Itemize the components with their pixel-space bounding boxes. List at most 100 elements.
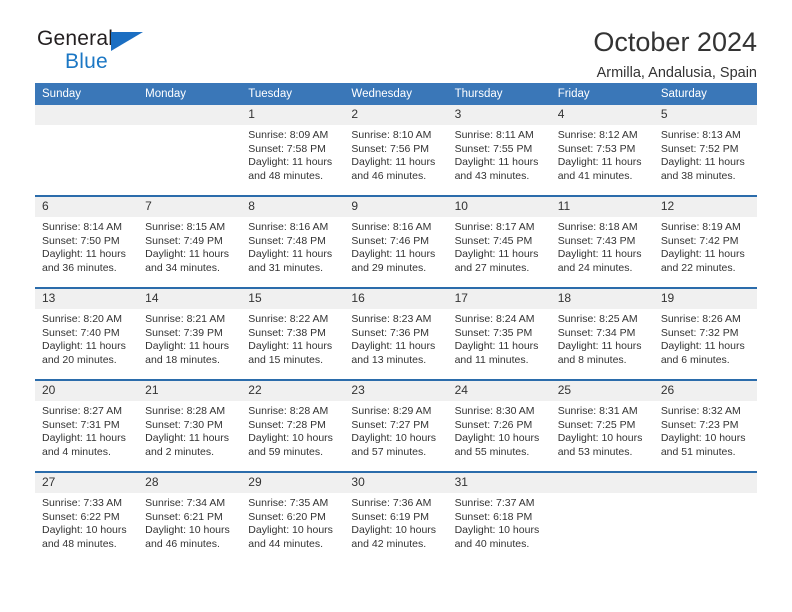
sunrise-text: Sunrise: 8:21 AM	[145, 313, 226, 325]
daylight-text-line2: and 55 minutes.	[454, 445, 530, 458]
calendar-day-cell[interactable]: 24 Sunrise: 8:30 AM Sunset: 7:26 PM Dayligh…	[447, 379, 551, 472]
day-info: Sunrise: 8:13 AM Sunset: 7:52 PM Daylight:…	[654, 125, 757, 183]
calendar-day-cell[interactable]: 1 Sunrise: 8:09 AM Sunset: 7:58 PM Daylight…	[241, 105, 345, 196]
daylight-text-line2: and 51 minutes.	[660, 445, 736, 458]
calendar-day-cell[interactable]: 31 Sunrise: 7:37 AM Sunset: 6:18 PM Dayligh…	[447, 471, 551, 563]
calendar-week-row: 6 Sunrise: 8:14 AM Sunset: 7:50 PM Daylight…	[35, 195, 757, 288]
calendar-day-cell[interactable]: 22 Sunrise: 8:28 AM Sunset: 7:28 PM Dayligh…	[241, 379, 345, 472]
day-number: 20	[35, 381, 139, 401]
day-info: Sunrise: 7:33 AM Sunset: 6:22 PM Daylight:…	[35, 493, 138, 551]
calendar-day-cell[interactable]: 3 Sunrise: 8:11 AM Sunset: 7:55 PM Daylight…	[447, 105, 551, 196]
day-number: 17	[447, 289, 551, 309]
calendar-day-cell[interactable]: 15 Sunrise: 8:22 AM Sunset: 7:38 PM Dayligh…	[241, 287, 345, 380]
calendar-day-cell[interactable]: 30 Sunrise: 7:36 AM Sunset: 6:19 PM Dayligh…	[344, 471, 448, 563]
calendar-body: 1 Sunrise: 8:09 AM Sunset: 7:58 PM Daylight…	[35, 105, 757, 563]
sunrise-text: Sunrise: 8:19 AM	[660, 221, 741, 233]
calendar-day-cell[interactable]: 28 Sunrise: 7:34 AM Sunset: 6:21 PM Dayligh…	[138, 471, 242, 563]
sunset-text: Sunset: 7:36 PM	[351, 326, 430, 339]
calendar-day-cell[interactable]: 16 Sunrise: 8:23 AM Sunset: 7:36 PM Dayligh…	[344, 287, 448, 380]
calendar-day-cell[interactable]: 9 Sunrise: 8:16 AM Sunset: 7:46 PM Daylight…	[344, 195, 448, 288]
day-info: Sunrise: 7:35 AM Sunset: 6:20 PM Daylight:…	[241, 493, 344, 551]
calendar-day-cell[interactable]: 13 Sunrise: 8:20 AM Sunset: 7:40 PM Dayligh…	[35, 287, 139, 380]
day-number: 11	[550, 197, 654, 217]
calendar-day-cell[interactable]: 23 Sunrise: 8:29 AM Sunset: 7:27 PM Dayligh…	[344, 379, 448, 472]
calendar-day-cell[interactable]: 11 Sunrise: 8:18 AM Sunset: 7:43 PM Dayligh…	[550, 195, 654, 288]
weekday-header-thursday: Thursday	[447, 83, 551, 105]
calendar-day-cell[interactable]: 4 Sunrise: 8:12 AM Sunset: 7:53 PM Daylight…	[550, 105, 654, 196]
daylight-text-line1: Daylight: 10 hours	[454, 524, 540, 536]
calendar-day-cell[interactable]: 2 Sunrise: 8:10 AM Sunset: 7:56 PM Daylight…	[344, 105, 448, 196]
daylight-text-line2: and 59 minutes.	[248, 445, 323, 458]
daylight-text-line2: and 44 minutes.	[248, 537, 323, 550]
weekday-header-tuesday: Tuesday	[241, 83, 345, 105]
day-info: Sunrise: 8:16 AM Sunset: 7:46 PM Daylight:…	[344, 217, 447, 275]
daylight-text-line1: Daylight: 11 hours	[248, 156, 333, 168]
day-number: 7	[138, 197, 242, 217]
day-number: 23	[344, 381, 448, 401]
sunrise-text: Sunrise: 8:16 AM	[248, 221, 329, 233]
daylight-text-line1: Daylight: 11 hours	[248, 248, 333, 260]
daylight-text-line1: Daylight: 10 hours	[42, 524, 127, 536]
daylight-text-line1: Daylight: 11 hours	[145, 432, 229, 444]
daylight-text-line2: and 41 minutes.	[557, 169, 633, 182]
calendar-day-cell[interactable]: 21 Sunrise: 8:28 AM Sunset: 7:30 PM Dayligh…	[138, 379, 242, 472]
calendar-day-cell[interactable]: 12 Sunrise: 8:19 AM Sunset: 7:42 PM Dayligh…	[653, 195, 757, 288]
calendar-day-cell[interactable]: 5 Sunrise: 8:13 AM Sunset: 7:52 PM Daylight…	[653, 105, 757, 196]
day-info: Sunrise: 8:16 AM Sunset: 7:48 PM Daylight:…	[241, 217, 344, 275]
calendar-day-cell[interactable]: 8 Sunrise: 8:16 AM Sunset: 7:48 PM Daylight…	[241, 195, 345, 288]
day-number: 10	[447, 197, 551, 217]
daylight-text-line1: Daylight: 10 hours	[557, 432, 643, 444]
sunset-text: Sunset: 6:21 PM	[145, 510, 223, 523]
page-header: General Blue October 2024 Armilla, Andal…	[35, 0, 757, 82]
sunset-text: Sunset: 7:26 PM	[454, 418, 533, 431]
calendar-page: General Blue October 2024 Armilla, Andal…	[0, 0, 792, 612]
day-number: 15	[241, 289, 345, 309]
daylight-text-line2: and 36 minutes.	[42, 261, 117, 274]
sunrise-text: Sunrise: 7:36 AM	[351, 497, 432, 509]
daylight-text-line2: and 29 minutes.	[351, 261, 427, 274]
day-info: Sunrise: 8:17 AM Sunset: 7:45 PM Daylight:…	[448, 217, 551, 275]
sunrise-text: Sunrise: 8:11 AM	[454, 129, 534, 141]
day-number: 22	[241, 381, 345, 401]
daylight-text-line2: and 27 minutes.	[454, 261, 530, 274]
daylight-text-line1: Daylight: 11 hours	[42, 248, 126, 260]
daylight-text-line2: and 22 minutes.	[660, 261, 736, 274]
daylight-text-line1: Daylight: 10 hours	[351, 432, 437, 444]
calendar-day-cell[interactable]: 25 Sunrise: 8:31 AM Sunset: 7:25 PM Dayligh…	[550, 379, 654, 472]
sunset-text: Sunset: 7:48 PM	[248, 234, 326, 247]
sunset-text: Sunset: 6:20 PM	[248, 510, 326, 523]
calendar-day-cell[interactable]: 7 Sunrise: 8:15 AM Sunset: 7:49 PM Daylight…	[138, 195, 242, 288]
day-info: Sunrise: 8:31 AM Sunset: 7:25 PM Daylight:…	[551, 401, 654, 459]
sunrise-text: Sunrise: 8:18 AM	[557, 221, 638, 233]
sunrise-text: Sunrise: 8:25 AM	[557, 313, 638, 325]
weekday-header-row: Sunday Monday Tuesday Wednesday Thursday…	[35, 83, 757, 105]
daylight-text-line1: Daylight: 11 hours	[351, 156, 436, 168]
day-number: 8	[241, 197, 345, 217]
sunset-text: Sunset: 7:58 PM	[248, 142, 326, 155]
calendar-week-row: 1 Sunrise: 8:09 AM Sunset: 7:58 PM Daylight…	[35, 105, 757, 196]
daylight-text-line1: Daylight: 11 hours	[42, 340, 126, 352]
calendar-day-cell-empty	[550, 471, 654, 563]
calendar-day-cell[interactable]: 10 Sunrise: 8:17 AM Sunset: 7:45 PM Dayligh…	[447, 195, 551, 288]
daylight-text-line2: and 24 minutes.	[557, 261, 633, 274]
page-title: October 2024	[593, 27, 757, 57]
calendar-day-cell[interactable]: 26 Sunrise: 8:32 AM Sunset: 7:23 PM Dayligh…	[653, 379, 757, 472]
calendar-day-cell[interactable]: 20 Sunrise: 8:27 AM Sunset: 7:31 PM Dayligh…	[35, 379, 139, 472]
day-info: Sunrise: 8:22 AM Sunset: 7:38 PM Daylight:…	[241, 309, 344, 367]
sunrise-text: Sunrise: 8:26 AM	[660, 313, 741, 325]
calendar-day-cell[interactable]: 29 Sunrise: 7:35 AM Sunset: 6:20 PM Dayligh…	[241, 471, 345, 563]
calendar-day-cell[interactable]: 19 Sunrise: 8:26 AM Sunset: 7:32 PM Dayligh…	[653, 287, 757, 380]
calendar-day-cell[interactable]: 18 Sunrise: 8:25 AM Sunset: 7:34 PM Dayligh…	[550, 287, 654, 380]
calendar-day-cell[interactable]: 14 Sunrise: 8:21 AM Sunset: 7:39 PM Dayligh…	[138, 287, 242, 380]
brand-logo[interactable]: General Blue	[35, 28, 217, 84]
day-number: 21	[138, 381, 242, 401]
calendar-day-cell[interactable]: 6 Sunrise: 8:14 AM Sunset: 7:50 PM Daylight…	[35, 195, 139, 288]
day-info: Sunrise: 8:09 AM Sunset: 7:58 PM Daylight:…	[241, 125, 344, 183]
calendar-day-cell[interactable]: 27 Sunrise: 7:33 AM Sunset: 6:22 PM Dayligh…	[35, 471, 139, 563]
calendar-day-cell[interactable]: 17 Sunrise: 8:24 AM Sunset: 7:35 PM Dayligh…	[447, 287, 551, 380]
day-number	[653, 473, 757, 493]
day-info: Sunrise: 8:21 AM Sunset: 7:39 PM Daylight:…	[138, 309, 241, 367]
day-number	[138, 105, 242, 125]
daylight-text-line2: and 46 minutes.	[145, 537, 220, 550]
day-info: Sunrise: 8:29 AM Sunset: 7:27 PM Daylight:…	[344, 401, 447, 459]
